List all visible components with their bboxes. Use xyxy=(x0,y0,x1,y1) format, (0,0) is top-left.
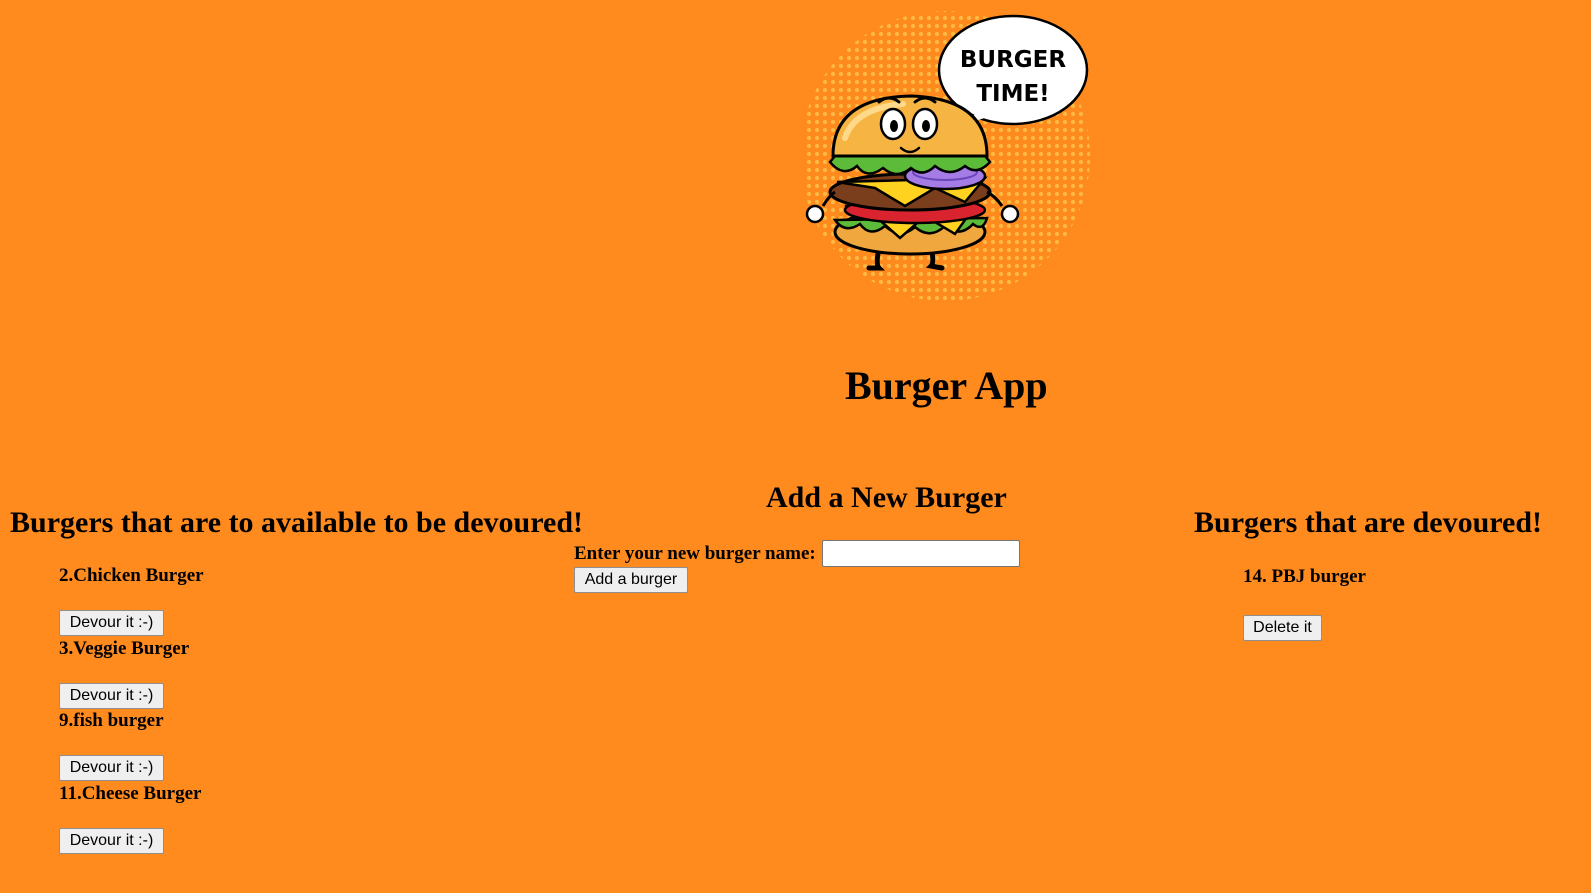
add-burger-button[interactable]: Add a burger xyxy=(574,567,688,593)
devoured-burgers-list: 14. PBJ burger Delete it xyxy=(1243,567,1543,641)
list-item: 2.Chicken Burger Devour it :-) xyxy=(59,566,359,639)
list-item: 3.Veggie Burger Devour it :-) xyxy=(59,637,359,712)
burger-name: 9.fish burger xyxy=(59,710,164,731)
burger-name: 3.Veggie Burger xyxy=(59,637,190,659)
speech-bubble-line-2: TIME! xyxy=(976,81,1049,107)
burger-name: 14. PBJ burger xyxy=(1243,566,1366,587)
available-burgers-heading: Burgers that are to available to be devo… xyxy=(10,506,584,539)
burger-name-input[interactable] xyxy=(821,540,1020,567)
devoured-burgers-heading: Burgers that are devoured! xyxy=(1194,506,1543,539)
devour-button[interactable]: Devour it :-) xyxy=(59,610,164,636)
list-item: 9.fish burger Devour it :-) xyxy=(59,711,359,784)
devour-button[interactable]: Devour it :-) xyxy=(59,755,164,781)
devour-button[interactable]: Devour it :-) xyxy=(59,682,164,709)
page-title: Burger App xyxy=(845,363,1048,408)
speech-bubble-line-1: BURGER xyxy=(960,47,1067,73)
delete-button[interactable]: Delete it xyxy=(1243,615,1322,641)
burger-name: 2.Chicken Burger xyxy=(59,565,204,586)
list-item: 11.Cheese Burger Devour it :-) xyxy=(59,782,359,857)
devour-button[interactable]: Devour it :-) xyxy=(59,827,164,854)
burger-time-illustration: BURGER TIME! xyxy=(805,11,1090,301)
burger-name: 11.Cheese Burger xyxy=(59,782,202,804)
add-burger-form: Enter your new burger name: Add a burger xyxy=(574,540,1094,593)
available-burgers-list: 2.Chicken Burger Devour it :-) 3.Veggie … xyxy=(59,566,359,856)
add-burger-heading: Add a New Burger xyxy=(766,481,1007,514)
burger-name-label: Enter your new burger name: xyxy=(574,542,816,564)
list-item: 14. PBJ burger Delete it xyxy=(1243,567,1543,641)
